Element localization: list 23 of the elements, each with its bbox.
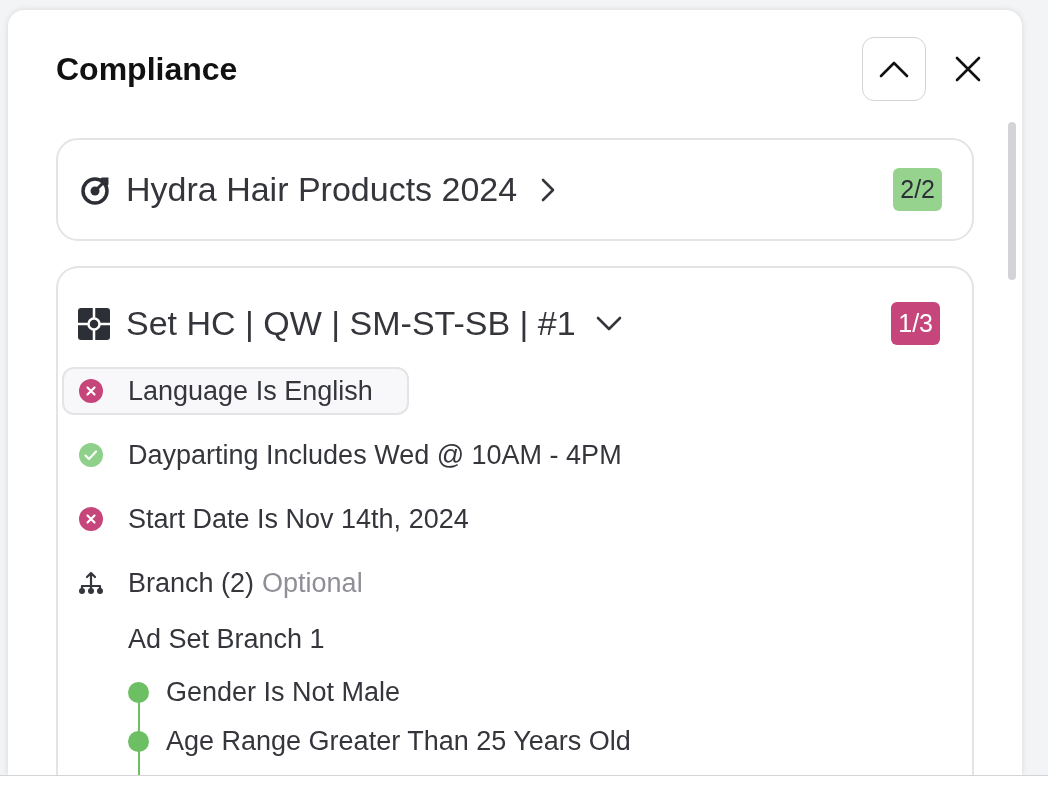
optional-label: Optional: [262, 566, 363, 600]
chevron-down-icon[interactable]: [595, 315, 622, 332]
branch-icon: [78, 571, 104, 595]
collapse-button[interactable]: [862, 37, 926, 101]
scrollbar-thumb[interactable]: [1008, 122, 1016, 280]
ad-set-title: Set HC | QW | SM-ST-SB | #1: [126, 303, 576, 344]
branch-label: Branch (2): [128, 566, 255, 600]
campaign-title: Hydra Hair Products 2024: [126, 169, 518, 210]
branch-name: Ad Set Branch 1: [128, 623, 326, 656]
score-badge: 2/2: [893, 167, 942, 212]
rule-item[interactable]: Dayparting Includes Wed @ 10AM - 4PM: [62, 431, 658, 479]
rule-item[interactable]: Language Is English: [62, 367, 409, 415]
rule-item[interactable]: Start Date Is Nov 14th, 2024: [62, 495, 505, 543]
score-badge: 1/3: [891, 301, 940, 346]
condition-text: Gender Is Not Male: [166, 675, 401, 709]
condition-text: Age Range Greater Than 25 Years Old: [166, 724, 631, 758]
close-button[interactable]: [954, 55, 982, 83]
campaign-card[interactable]: Hydra Hair Products 2024 2/2: [56, 138, 974, 241]
chevron-right-icon: [541, 177, 556, 202]
grid-icon: [78, 307, 110, 340]
panel-title: Compliance: [56, 50, 238, 89]
chevron-up-icon: [879, 60, 909, 78]
close-icon: [955, 56, 981, 82]
